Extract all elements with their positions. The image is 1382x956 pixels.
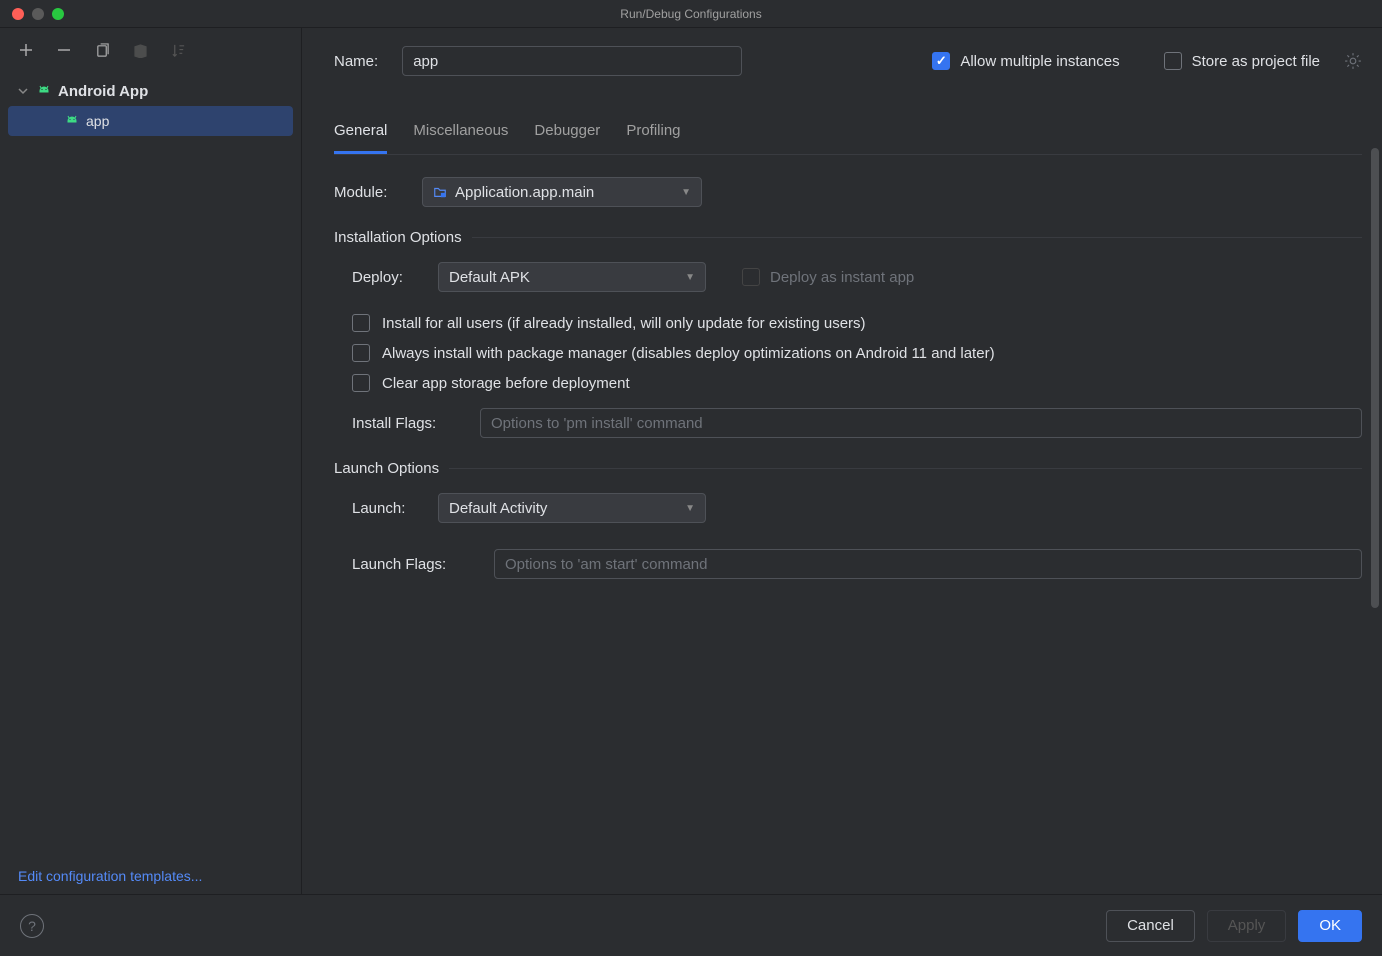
module-value: Application.app.main (455, 184, 594, 201)
chevron-down-icon: ▼ (685, 503, 695, 514)
launch-value: Default Activity (449, 500, 547, 517)
install-flags-label: Install Flags: (352, 415, 462, 432)
titlebar: Run/Debug Configurations (0, 0, 1382, 28)
store-as-project-checkbox[interactable] (1164, 52, 1182, 70)
chevron-down-icon: ▼ (681, 187, 691, 198)
launch-select[interactable]: Default Activity ▼ (438, 493, 706, 523)
allow-multiple-label: Allow multiple instances (960, 53, 1119, 70)
gear-icon[interactable] (1344, 52, 1362, 70)
tab-profiling[interactable]: Profiling (626, 122, 680, 154)
tree-item-label: app (86, 113, 109, 129)
always-pm-label: Always install with package manager (dis… (382, 345, 995, 362)
add-config-icon[interactable] (14, 38, 38, 62)
chevron-down-icon (16, 86, 30, 96)
edit-templates-link[interactable]: Edit configuration templates... (18, 868, 202, 884)
copy-config-icon[interactable] (90, 38, 114, 62)
deploy-value: Default APK (449, 269, 530, 286)
sidebar-toolbar (0, 28, 301, 72)
tree-group-android-app[interactable]: Android App (8, 76, 293, 106)
folder-icon (433, 185, 447, 199)
launch-options-title: Launch Options (334, 460, 439, 477)
window-minimize-icon (32, 8, 44, 20)
android-icon (64, 113, 80, 129)
remove-config-icon[interactable] (52, 38, 76, 62)
module-select[interactable]: Application.app.main ▼ (422, 177, 702, 207)
launch-label: Launch: (352, 500, 420, 517)
deploy-label: Deploy: (352, 269, 420, 286)
tab-miscellaneous[interactable]: Miscellaneous (413, 122, 508, 154)
launch-flags-input[interactable] (494, 549, 1362, 579)
install-all-users-checkbox[interactable] (352, 314, 370, 332)
tree-item-app[interactable]: app (8, 106, 293, 136)
chevron-down-icon: ▼ (685, 272, 695, 283)
apply-button: Apply (1207, 910, 1287, 942)
module-label: Module: (334, 184, 404, 201)
allow-multiple-checkbox[interactable] (932, 52, 950, 70)
name-label: Name: (334, 53, 378, 70)
window-title: Run/Debug Configurations (620, 7, 761, 21)
launch-flags-label: Launch Flags: (352, 556, 476, 573)
name-input[interactable] (402, 46, 742, 76)
cancel-button[interactable]: Cancel (1106, 910, 1195, 942)
install-all-users-label: Install for all users (if already instal… (382, 315, 866, 332)
window-close-icon[interactable] (12, 8, 24, 20)
save-config-icon[interactable] (128, 38, 152, 62)
installation-options-title: Installation Options (334, 229, 462, 246)
store-as-project-label: Store as project file (1192, 53, 1320, 70)
tree-group-label: Android App (58, 83, 148, 100)
deploy-select[interactable]: Default APK ▼ (438, 262, 706, 292)
scrollbar[interactable] (1370, 148, 1380, 894)
help-icon[interactable]: ? (20, 914, 44, 938)
clear-storage-checkbox[interactable] (352, 374, 370, 392)
window-zoom-icon[interactable] (52, 8, 64, 20)
install-flags-input[interactable] (480, 408, 1362, 438)
instant-app-label: Deploy as instant app (770, 269, 914, 286)
ok-button[interactable]: OK (1298, 910, 1362, 942)
android-icon (36, 83, 52, 99)
always-pm-checkbox[interactable] (352, 344, 370, 362)
tab-debugger[interactable]: Debugger (534, 122, 600, 154)
instant-app-checkbox (742, 268, 760, 286)
sort-icon[interactable] (166, 38, 190, 62)
clear-storage-label: Clear app storage before deployment (382, 375, 630, 392)
tab-general[interactable]: General (334, 122, 387, 154)
